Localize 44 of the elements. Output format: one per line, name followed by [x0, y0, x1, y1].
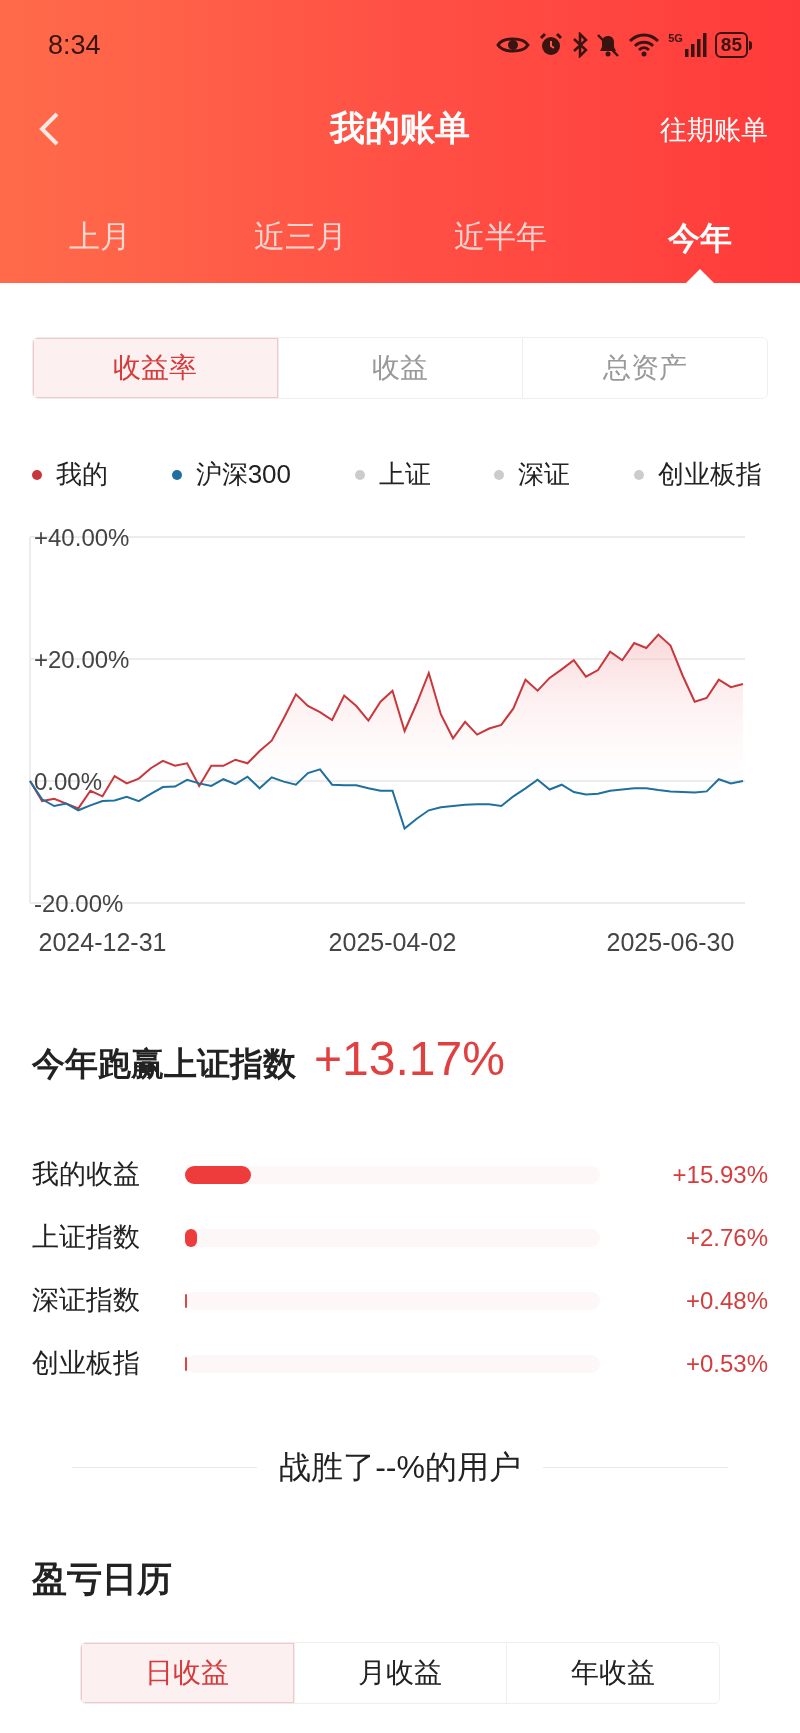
- status-time: 8:34: [48, 28, 101, 62]
- segment-tab[interactable]: 日收益: [81, 1642, 294, 1703]
- legend-label[interactable]: 深证: [518, 455, 571, 494]
- axis-tick-label: +20.00%: [34, 646, 130, 673]
- calendar-title: 盈亏日历: [32, 1559, 172, 1598]
- past-bills-link[interactable]: 往期账单: [660, 110, 768, 151]
- signal-icon: [684, 33, 707, 57]
- summary-value: +13.17%: [314, 1031, 505, 1087]
- comparison-value: +2.76%: [684, 1222, 768, 1253]
- axis-tick-label: 2025-04-02: [328, 928, 457, 956]
- period-tab[interactable]: 今年: [668, 213, 732, 262]
- summary-label: 今年跑赢上证指数: [32, 1044, 296, 1084]
- period-tab[interactable]: 近三月: [253, 214, 347, 261]
- axis-tick-label: 2025-06-30: [606, 928, 735, 956]
- legend-label[interactable]: 我的: [56, 455, 108, 494]
- comparison-label: 深证指数: [32, 1284, 141, 1318]
- axis-tick-label: -20.00%: [34, 890, 124, 917]
- bluetooth-icon: [572, 32, 589, 58]
- comparison-value: +0.53%: [684, 1348, 768, 1379]
- period-tab[interactable]: 上月: [69, 214, 131, 261]
- axis-tick-label: 0.00%: [34, 768, 103, 795]
- comparison-value: +0.48%: [684, 1285, 768, 1316]
- comparison-label: 上证指数: [32, 1221, 141, 1255]
- battery-indicator: 85: [714, 32, 748, 58]
- bell-off-icon: [596, 32, 621, 58]
- wifi-icon: [628, 33, 661, 57]
- legend-label[interactable]: 沪深300: [195, 455, 292, 494]
- alarm-clock-icon: [538, 32, 565, 58]
- page-title: 我的账单: [330, 106, 470, 149]
- network-label: 5G: [668, 33, 683, 44]
- comparison-label: 创业板指: [32, 1347, 141, 1381]
- legend-label[interactable]: 创业板指: [657, 455, 762, 494]
- segment-tab[interactable]: 总资产: [522, 338, 767, 398]
- period-tab[interactable]: 近半年: [453, 214, 547, 261]
- battery-tip-icon: [749, 40, 752, 50]
- comparison-value: +15.93%: [671, 1159, 768, 1190]
- segment-tab[interactable]: 年收益: [506, 1642, 719, 1703]
- comparison-label: 我的收益: [32, 1158, 141, 1192]
- legend-label[interactable]: 上证: [378, 455, 431, 494]
- axis-tick-label: 2024-12-31: [38, 928, 167, 956]
- segment-tab[interactable]: 收益率: [33, 338, 278, 398]
- rank-text: 战胜了--%的用户: [279, 1448, 521, 1487]
- tab-pointer-icon: [686, 269, 714, 283]
- axis-tick-label: +40.00%: [34, 524, 130, 551]
